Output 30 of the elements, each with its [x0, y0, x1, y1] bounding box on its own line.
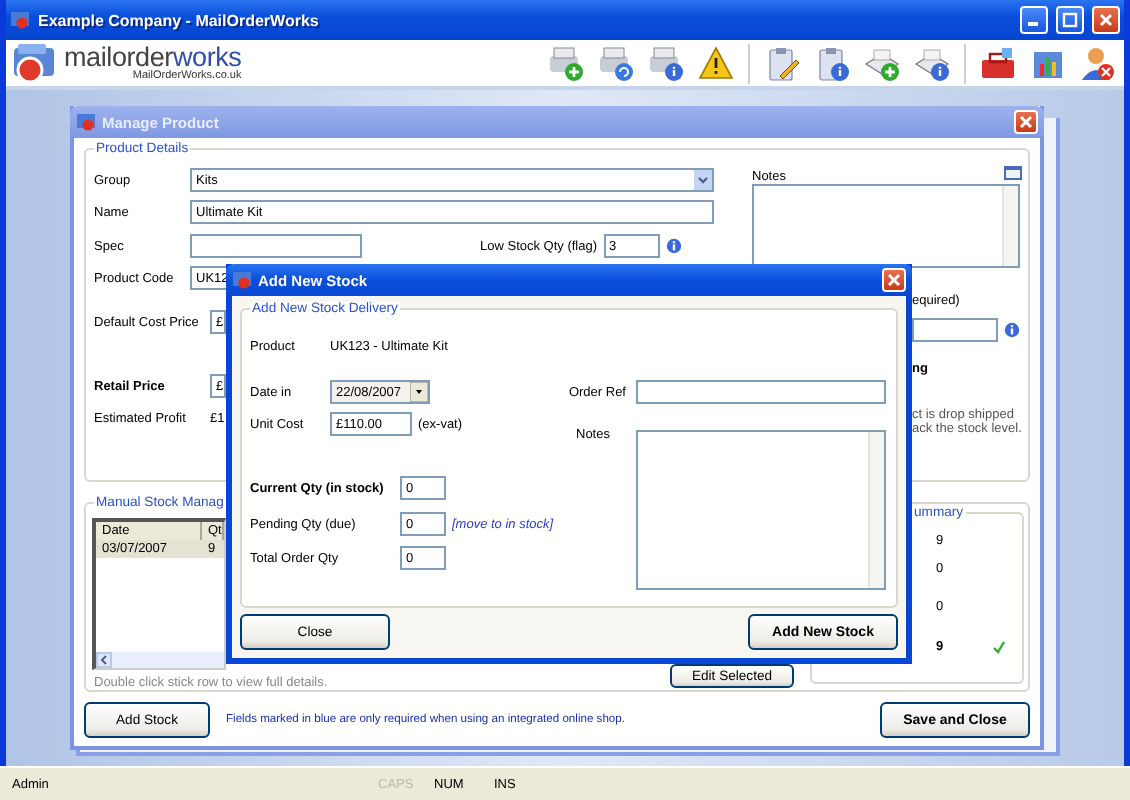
app-icon — [10, 10, 30, 30]
spec-input[interactable] — [190, 234, 362, 258]
vertical-scrollbar[interactable] — [868, 432, 884, 588]
window-icon — [76, 112, 96, 132]
tray-info-icon[interactable] — [912, 43, 952, 83]
dropdown-arrow-icon[interactable] — [410, 382, 428, 402]
logo-wordmark: mailorderworks — [64, 44, 242, 71]
device-refresh-icon[interactable] — [596, 43, 636, 83]
device-info-icon[interactable] — [646, 43, 686, 83]
toolbox-icon[interactable] — [978, 43, 1018, 83]
horizontal-scrollbar[interactable] — [96, 652, 224, 668]
text-input[interactable] — [912, 318, 998, 342]
maximize-button[interactable] — [1056, 6, 1084, 34]
info-icon[interactable] — [665, 238, 682, 254]
maximize-icon[interactable] — [1062, 12, 1078, 28]
warning-icon[interactable] — [696, 43, 736, 83]
info-icon[interactable] — [1004, 322, 1020, 338]
minimize-button[interactable] — [1020, 6, 1048, 34]
window-icon — [232, 270, 252, 290]
device-add-icon[interactable] — [546, 43, 586, 83]
notes-textarea[interactable] — [752, 184, 1020, 268]
order-ref-input[interactable] — [636, 380, 886, 404]
notes-textarea[interactable] — [636, 430, 886, 590]
vertical-scrollbar[interactable] — [1002, 186, 1018, 266]
close-icon[interactable] — [1098, 12, 1114, 28]
window-title: Example Company - MailOrderWorks — [38, 11, 321, 29]
close-button[interactable] — [1092, 6, 1120, 34]
tray-add-icon[interactable] — [862, 43, 902, 83]
user-remove-icon[interactable] — [1078, 43, 1118, 83]
window-icon[interactable] — [1004, 166, 1022, 180]
